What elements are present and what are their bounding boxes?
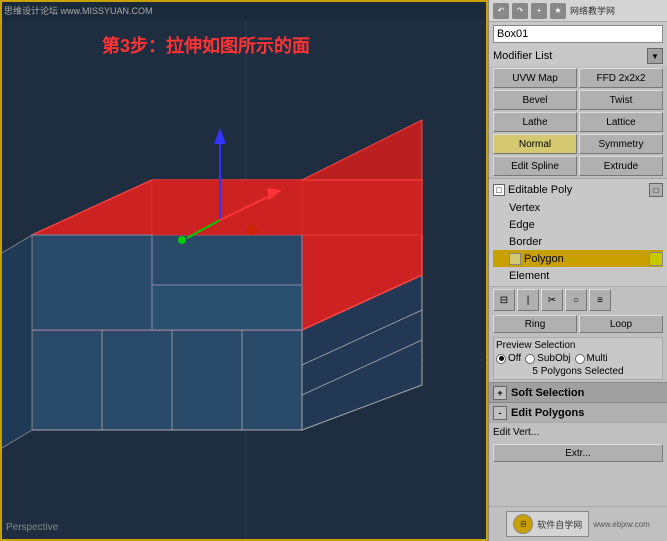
right-panel: ↶ ↷ + ★ 网络教学网 Modifier List ▼ UVW Map FF… bbox=[488, 0, 667, 541]
object-name-input[interactable] bbox=[493, 25, 663, 43]
stack-root-header: □ Editable Poly □ bbox=[493, 181, 663, 199]
mod-btn-lattice[interactable]: Lattice bbox=[579, 112, 663, 132]
edit-polygons-label: Edit Polygons bbox=[511, 407, 584, 419]
bottom-logo-url: www.ebjxw.com bbox=[593, 520, 649, 529]
mod-btn-normal[interactable]: Normal bbox=[493, 134, 577, 154]
polygon-icon bbox=[509, 253, 521, 265]
stack-item-element[interactable]: Element bbox=[493, 267, 663, 284]
preview-selection-section: Preview Selection Off SubObj Multi 5 Pol… bbox=[493, 337, 663, 380]
forum-url: www.MISSYUAN.COM bbox=[61, 6, 153, 16]
radio-subobj-label: SubObj bbox=[537, 353, 570, 364]
extrude-button[interactable]: Extr... bbox=[493, 444, 663, 462]
nav-icon-star[interactable]: ★ bbox=[550, 3, 566, 19]
edit-polygons-section[interactable]: - Edit Polygons bbox=[489, 402, 667, 422]
tool-btn-circle[interactable]: ○ bbox=[565, 289, 587, 311]
bottom-logo-text: 软件自学网 bbox=[537, 518, 582, 531]
logo-circle: 自 bbox=[513, 514, 533, 534]
mod-btn-uvwmap[interactable]: UVW Map bbox=[493, 68, 577, 88]
logo-icons: ↶ ↷ + ★ bbox=[493, 3, 566, 19]
mod-btn-twist[interactable]: Twist bbox=[579, 90, 663, 110]
stack-item-polygon[interactable]: Polygon bbox=[493, 250, 663, 267]
radio-multi-dot[interactable] bbox=[575, 354, 585, 364]
radio-off[interactable]: Off bbox=[496, 353, 521, 364]
tool-btn-cut[interactable]: ✂ bbox=[541, 289, 563, 311]
polygon-sel-icon bbox=[649, 252, 663, 266]
soft-selection-collapse-icon[interactable]: + bbox=[493, 386, 507, 400]
radio-multi[interactable]: Multi bbox=[575, 353, 608, 364]
radio-multi-label: Multi bbox=[587, 353, 608, 364]
radio-off-label: Off bbox=[508, 353, 521, 364]
soft-selection-label: Soft Selection bbox=[511, 387, 584, 399]
modifier-list-dropdown[interactable]: ▼ bbox=[647, 48, 663, 64]
preview-radios: Off SubObj Multi bbox=[496, 353, 660, 364]
stack-item-vertex[interactable]: Vertex bbox=[493, 199, 663, 216]
modifier-list-row: Modifier List ▼ bbox=[489, 46, 667, 66]
logo-text: 网络教学网 bbox=[570, 4, 663, 17]
modifier-buttons-grid: UVW Map FFD 2x2x2 Bevel Twist Lathe Latt… bbox=[489, 66, 667, 178]
edit-verts-row: Edit Vert... bbox=[489, 422, 667, 442]
nav-icon-undo[interactable]: ↶ bbox=[493, 3, 509, 19]
ring-loop-row: Ring Loop bbox=[489, 313, 667, 335]
stack-expand-icon[interactable]: □ bbox=[493, 184, 505, 196]
stack-toolbar: ⊟ | ✂ ○ ≡ bbox=[489, 286, 667, 313]
logo-bar: ↶ ↷ + ★ 网络教学网 bbox=[489, 0, 667, 22]
polygons-selected-status: 5 Polygons Selected bbox=[496, 366, 660, 377]
mod-btn-bevel[interactable]: Bevel bbox=[493, 90, 577, 110]
ring-button[interactable]: Ring bbox=[493, 315, 577, 333]
stack-scroll: Vertex Edge Border Polygon Element bbox=[493, 199, 663, 284]
tool-btn-pin[interactable]: ⊟ bbox=[493, 289, 515, 311]
viewport[interactable]: 思维设计论坛 www.MISSYUAN.COM 第3步：拉伸如图所示的面 bbox=[0, 0, 488, 541]
tool-btn-unpin[interactable]: | bbox=[517, 289, 539, 311]
svg-text:Perspective: Perspective bbox=[6, 522, 59, 533]
soft-selection-section[interactable]: + Soft Selection bbox=[489, 382, 667, 402]
loop-button[interactable]: Loop bbox=[579, 315, 663, 333]
modifier-list-label: Modifier List bbox=[493, 50, 645, 62]
stack-item-border[interactable]: Border bbox=[493, 233, 663, 250]
modifier-stack: □ Editable Poly □ Vertex Edge Border Pol… bbox=[489, 178, 667, 286]
mod-btn-symmetry[interactable]: Symmetry bbox=[579, 134, 663, 154]
nav-icon-add[interactable]: + bbox=[531, 3, 547, 19]
stack-root-label: Editable Poly bbox=[508, 184, 572, 196]
stack-item-edge[interactable]: Edge bbox=[493, 216, 663, 233]
bottom-logo-badge: 自 软件自学网 bbox=[506, 511, 589, 537]
stack-root-icon: □ bbox=[649, 183, 663, 197]
radio-subobj[interactable]: SubObj bbox=[525, 353, 570, 364]
edit-polygons-collapse-icon[interactable]: - bbox=[493, 406, 507, 420]
preview-selection-title: Preview Selection bbox=[496, 340, 660, 351]
scene-3d: Perspective bbox=[2, 20, 488, 541]
object-name-row bbox=[489, 22, 667, 46]
edit-verts-label: Edit Vert... bbox=[493, 427, 539, 438]
watermark-top: 思维设计论坛 www.MISSYUAN.COM bbox=[4, 4, 153, 17]
instruction-text: 第3步：拉伸如图所示的面 bbox=[102, 32, 310, 58]
mod-btn-lathe[interactable]: Lathe bbox=[493, 112, 577, 132]
mod-btn-editspline[interactable]: Edit Spline bbox=[493, 156, 577, 176]
mod-btn-ffd[interactable]: FFD 2x2x2 bbox=[579, 68, 663, 88]
forum-name: 思维设计论坛 bbox=[4, 6, 58, 16]
mod-btn-extrude[interactable]: Extrude bbox=[579, 156, 663, 176]
nav-icon-redo[interactable]: ↷ bbox=[512, 3, 528, 19]
tool-btn-menu[interactable]: ≡ bbox=[589, 289, 611, 311]
radio-subobj-dot[interactable] bbox=[525, 354, 535, 364]
radio-off-dot[interactable] bbox=[496, 354, 506, 364]
bottom-logo-area: 自 软件自学网 www.ebjxw.com bbox=[489, 506, 667, 541]
extrude-row: Extr... bbox=[489, 442, 667, 464]
